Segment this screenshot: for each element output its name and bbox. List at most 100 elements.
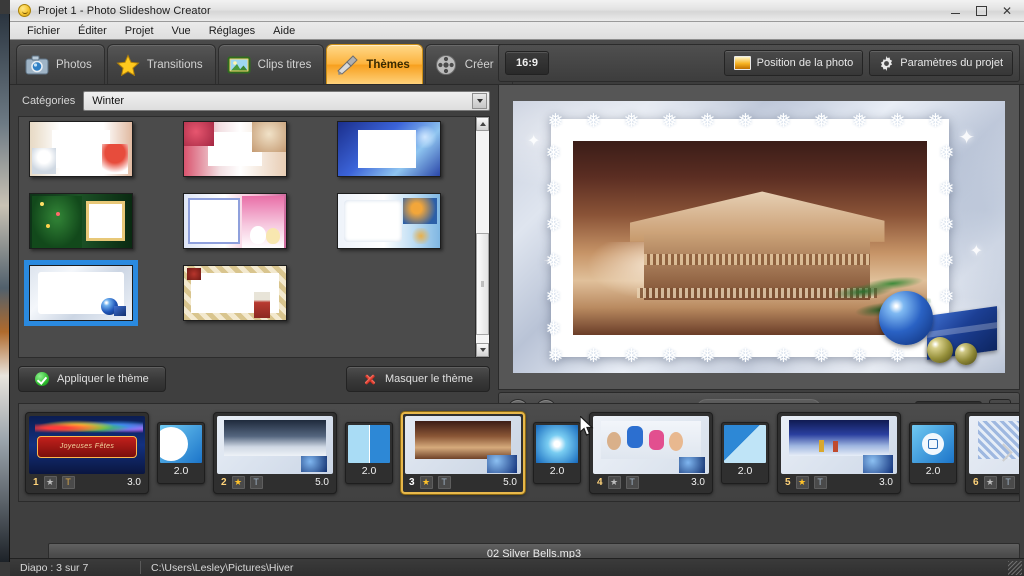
timeline-transition-4[interactable]: 2.0 [721,422,769,484]
timeline-transition-5[interactable]: 2.0 [909,422,957,484]
theme-item-snowman-santa[interactable] [29,121,161,177]
timeline[interactable]: Joyeuses Fêtes 1 ★ T 3.0 2.0 [18,403,1020,502]
theme-item-snowman-kids[interactable] [183,193,315,249]
timeline-slide-1[interactable]: Joyeuses Fêtes 1 ★ T 3.0 [25,412,149,494]
transition-duration[interactable]: 2.0 [912,463,954,479]
sparkle-icon: ✦ [527,131,540,151]
scroll-track[interactable] [476,131,489,343]
photo-position-label: Position de la photo [757,57,854,69]
timeline-slide-5[interactable]: 5 ★ T 3.0 [777,412,901,494]
transition-duration[interactable]: 2.0 [160,463,202,479]
star-icon[interactable]: ★ [984,476,997,489]
title-badge-icon[interactable]: T [626,476,639,489]
star-icon[interactable]: ★ [44,476,57,489]
slide-duration[interactable]: 3.0 [691,477,705,488]
ornament-decoration [823,253,999,373]
tab-transitions[interactable]: Transitions [107,44,216,84]
apply-theme-label: Appliquer le thème [57,373,149,385]
theme-item-gold-garland-santa[interactable] [183,265,315,321]
slide-duration[interactable]: 3.0 [879,477,893,488]
window-controls: ✕ [948,4,1024,18]
timeline-transition-2[interactable]: 2.0 [345,422,393,484]
transition-duration[interactable]: 2.0 [348,463,390,479]
minimize-button[interactable] [948,4,962,18]
title-badge-icon[interactable]: T [438,476,451,489]
close-button[interactable]: ✕ [1000,4,1014,18]
slide-duration[interactable]: 5.0 [315,477,329,488]
slide-duration[interactable]: 3.0 [127,477,141,488]
star-icon[interactable]: ★ [420,476,433,489]
slide-meta: 1 ★ T 3.0 [29,474,145,491]
status-bar: Diapo : 3 sur 7 C:\Users\Lesley\Pictures… [10,558,1024,576]
project-settings-button[interactable]: Paramètres du projet [869,50,1013,76]
title-badge-icon[interactable]: T [1002,476,1015,489]
menu-item-vue[interactable]: Vue [163,24,200,38]
slide-thumbnail [593,416,709,474]
timeline-transition-3[interactable]: 2.0 [533,422,581,484]
star-icon[interactable]: ★ [232,476,245,489]
theme-item-blue-frost[interactable] [337,121,469,177]
star-icon[interactable]: ★ [608,476,621,489]
categories-label: Catégories [18,95,75,107]
slide-meta: 4 ★ T 3.0 [593,474,709,491]
transition-duration[interactable]: 2.0 [724,463,766,479]
gear-icon [879,56,894,71]
slide-meta: 3 ★ T 5.0 [405,474,521,491]
themes-scrollbar[interactable] [475,117,489,357]
title-badge-icon[interactable]: T [250,476,263,489]
window-title: Projet 1 - Photo Slideshow Creator [38,5,211,17]
background-window-sliver[interactable] [0,14,10,562]
apply-theme-button[interactable]: Appliquer le thème [18,366,166,392]
chevron-down-icon[interactable] [472,93,487,109]
preview-stage[interactable]: ✦ ✦ ✦ ✦ ❅❅ ❅❅ ❅❅ ❅❅ [498,84,1020,390]
timeline-slide-3[interactable]: 3 ★ T 5.0 [401,412,525,494]
menu-item-reglages[interactable]: Réglages [200,24,264,38]
aspect-ratio-button[interactable]: 16:9 [505,51,549,75]
menu-bar: Fichier Éditer Projet Vue Réglages Aide [10,22,1024,40]
maximize-button[interactable] [974,4,988,18]
scroll-up-icon[interactable] [476,117,489,131]
menu-item-fichier[interactable]: Fichier [18,24,69,38]
menu-item-projet[interactable]: Projet [116,24,163,38]
tab-transitions-label: Transitions [147,59,203,71]
scroll-thumb[interactable] [476,233,489,335]
hide-theme-label: Masquer le thème [385,373,473,385]
scroll-down-icon[interactable] [476,343,489,357]
title-badge-icon[interactable]: T [62,476,75,489]
menu-item-editer[interactable]: Éditer [69,24,116,38]
timeline-transition-1[interactable]: 2.0 [157,422,205,484]
slide-meta: 6 ★ T [969,474,1020,491]
star-icon[interactable]: ★ [796,476,809,489]
slide-preview: ✦ ✦ ✦ ✦ ❅❅ ❅❅ ❅❅ ❅❅ [513,101,1005,373]
title-badge-icon[interactable]: T [814,476,827,489]
tab-themes[interactable]: Thèmes [326,44,422,84]
photo-position-button[interactable]: Position de la photo [724,50,864,76]
hide-theme-button[interactable]: Masquer le thème [346,366,490,392]
check-icon [35,372,49,386]
transition-duration[interactable]: 2.0 [536,463,578,479]
slide-number: 6 [973,477,979,488]
menu-item-aide[interactable]: Aide [264,24,304,38]
preview-toolbar-actions: Position de la photo Paramètres du proje… [724,50,1013,76]
theme-item-christmas-tree[interactable] [29,193,161,249]
timeline-slide-2[interactable]: 2 ★ T 5.0 [213,412,337,494]
categories-value: Winter [92,95,124,107]
slide-number: 4 [597,477,603,488]
slide-number: 3 [409,477,415,488]
theme-item-snow-angels[interactable] [337,193,469,249]
themes-grid [19,117,475,357]
slide-duration[interactable]: 5.0 [503,477,517,488]
timeline-slide-4[interactable]: 4 ★ T 3.0 [589,412,713,494]
timeline-next-arrow-icon[interactable] [991,433,1015,473]
theme-item-blue-ornament[interactable] [29,265,161,321]
brush-icon [335,54,359,76]
resize-grip-icon[interactable] [1008,561,1022,575]
close-x-icon [363,372,377,386]
title-bar: Projet 1 - Photo Slideshow Creator ✕ [10,0,1024,22]
theme-item-pink-santa[interactable] [183,121,315,177]
sparkle-icon: ✦ [958,125,975,150]
tab-clips-titres[interactable]: Clips titres [218,44,325,84]
transition-thumbnail [724,425,766,463]
tab-photos[interactable]: Photos [16,44,105,84]
categories-select[interactable]: Winter [83,91,490,111]
